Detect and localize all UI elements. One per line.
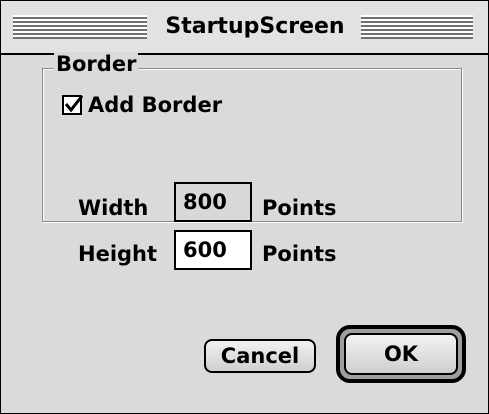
add-border-checkbox[interactable]: [62, 95, 84, 115]
border-group-label: Border: [54, 52, 139, 76]
add-border-checkbox-row[interactable]: Add Border: [62, 92, 222, 118]
width-unit-label: Points: [262, 196, 337, 220]
width-field[interactable]: 800: [174, 182, 252, 222]
checkmark-icon: [64, 95, 84, 113]
title-bar-stripes-left: [13, 15, 147, 39]
height-label: Height: [78, 242, 158, 266]
add-border-label[interactable]: Add Border: [88, 93, 222, 117]
cancel-button[interactable]: Cancel: [204, 339, 316, 373]
title-bar-stripes-right: [361, 15, 473, 39]
title-bar[interactable]: StartupScreen: [1, 1, 488, 55]
height-unit-label: Points: [262, 242, 337, 266]
window-title: StartupScreen: [151, 13, 359, 41]
height-field[interactable]: 600: [174, 230, 252, 270]
ok-button[interactable]: OK: [344, 333, 458, 375]
width-label: Width: [78, 196, 149, 220]
